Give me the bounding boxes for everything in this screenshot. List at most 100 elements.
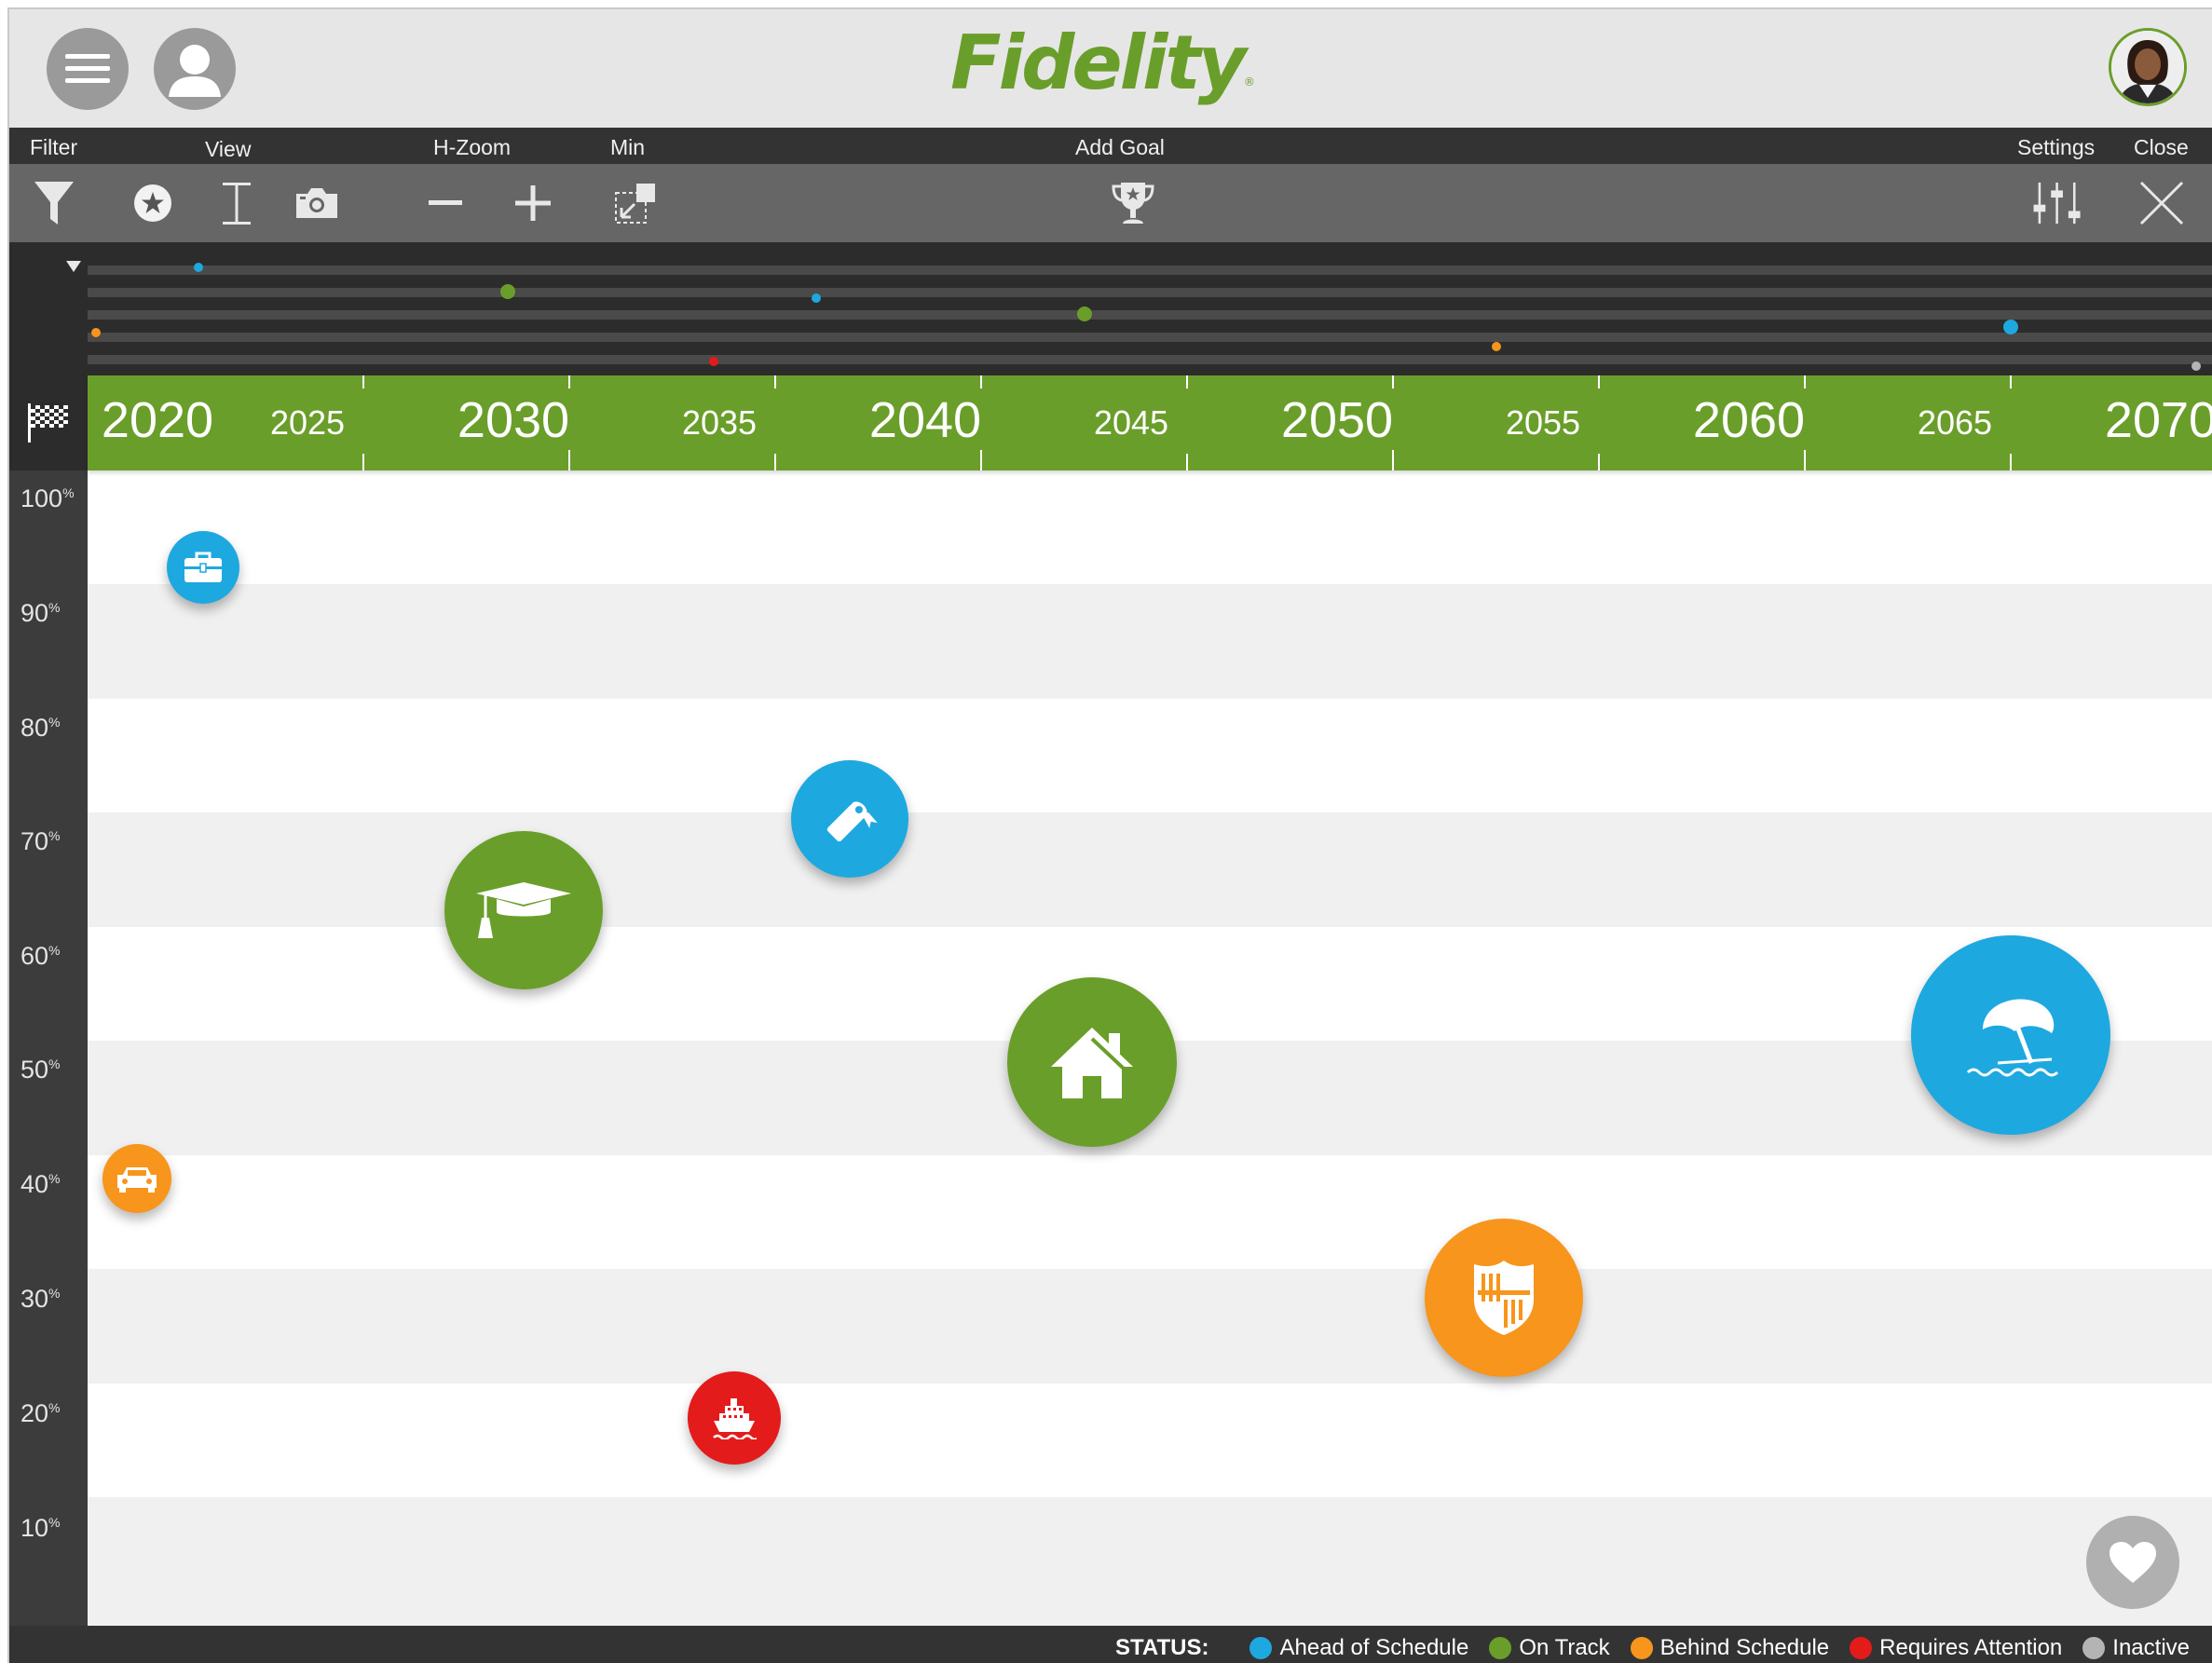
goal-education[interactable] [444, 830, 604, 989]
year-tick [2010, 454, 2012, 470]
status-legend: STATUS: Ahead of Schedule On Track Behin… [1115, 1635, 2190, 1661]
y-label: 40% [20, 1170, 61, 1198]
app-window: Fidelity® Filter View H-Zoom Min Add Goa… [7, 7, 2212, 1663]
legend-label: Inactive [2112, 1635, 2190, 1660]
goal-vacation-cruise[interactable] [687, 1370, 781, 1465]
hzoom-label: H-Zoom [433, 135, 512, 159]
year-label: 2055 [1505, 403, 1581, 442]
y-label: 20% [20, 1399, 61, 1427]
overview-track [88, 288, 2212, 297]
favorite-button[interactable] [2086, 1516, 2179, 1609]
user-avatar[interactable] [2109, 28, 2187, 106]
year-tick [980, 450, 982, 470]
goal-insurance[interactable] [1425, 1219, 1584, 1378]
legend-swatch [2082, 1637, 2106, 1659]
y-label: 70% [20, 827, 61, 855]
profile-button[interactable] [154, 28, 236, 110]
view-starred-button[interactable] [127, 177, 179, 229]
year-label: 2065 [1917, 403, 1993, 442]
year-tick [568, 450, 570, 470]
umbrella-beach-icon [1966, 999, 2059, 1077]
minimize-button[interactable] [609, 177, 662, 229]
year-label: 2020 [101, 392, 214, 448]
overview-marker[interactable] [812, 293, 822, 303]
overview-marker[interactable] [1491, 342, 1501, 351]
legend-swatch [1850, 1637, 1873, 1659]
settings-button[interactable] [2031, 177, 2083, 229]
house-icon [1051, 1027, 1134, 1098]
trophy-icon [1112, 183, 1154, 224]
brand-name: Fidelity [950, 20, 1247, 106]
minimize-icon [615, 184, 655, 224]
year-label: 2060 [1692, 392, 1806, 448]
overview-track [88, 310, 2212, 320]
legend-label: Ahead of Schedule [1279, 1635, 1469, 1660]
legend-item-ahead: Ahead of Schedule [1249, 1635, 1468, 1661]
heart-icon [2110, 1542, 2156, 1583]
year-tick [774, 375, 776, 388]
goal-home[interactable] [1007, 976, 1178, 1147]
year-label: 2050 [1280, 392, 1394, 448]
view-photo-button[interactable] [291, 177, 343, 229]
year-tick [362, 454, 364, 470]
y-label: 100% [20, 484, 75, 512]
goal-retirement[interactable] [1911, 935, 2110, 1136]
toolbar-labels: Filter View H-Zoom Min Add Goal Settings… [9, 128, 2212, 164]
toolbar [9, 164, 2212, 242]
legend-item-attention: Requires Attention [1850, 1635, 2062, 1661]
graduation-cap-icon [476, 881, 572, 938]
goal-briefcase[interactable] [166, 531, 239, 605]
y-label: 10% [20, 1514, 61, 1542]
y-label: 30% [20, 1285, 61, 1313]
fidelity-logo: Fidelity® [950, 26, 1255, 101]
overview-track [88, 333, 2212, 342]
zoom-in-button[interactable] [507, 177, 559, 229]
overview-marker[interactable] [90, 328, 101, 337]
overview-marker[interactable] [499, 284, 515, 299]
goal-car[interactable] [102, 1143, 171, 1213]
settings-label: Settings [2017, 135, 2096, 159]
year-tick [362, 375, 364, 388]
legend-item-inactive: Inactive [2082, 1635, 2190, 1661]
overview-marker[interactable] [708, 357, 718, 366]
year-timeline[interactable]: 2020 2025 2030 2035 2040 2045 2050 2055 … [88, 375, 2212, 470]
legend-item-on-track: On Track [1489, 1635, 1610, 1661]
menu-button[interactable] [47, 28, 129, 110]
grid-band [88, 812, 2212, 927]
year-tick [1804, 375, 1806, 388]
close-button[interactable] [2136, 177, 2188, 229]
grid-band [88, 1384, 2212, 1497]
checkered-flag-icon[interactable] [26, 402, 71, 444]
legend-label: On Track [1519, 1635, 1610, 1660]
user-profile-icon [169, 45, 221, 97]
status-legend-bar: STATUS: Ahead of Schedule On Track Behin… [9, 1626, 2212, 1663]
filter-button[interactable] [28, 177, 80, 229]
zoom-out-button[interactable] [419, 177, 471, 229]
overview-marker[interactable] [2191, 361, 2201, 371]
goal-diploma[interactable] [790, 759, 908, 878]
min-label: Min [610, 135, 646, 159]
y-label: 60% [20, 942, 61, 970]
filter-icon [34, 182, 74, 225]
collapse-triangle-icon[interactable] [66, 261, 81, 272]
minus-icon [429, 200, 462, 205]
year-tick [1186, 454, 1188, 470]
overview-marker[interactable] [1076, 307, 1092, 321]
goal-plot-area[interactable] [88, 470, 2212, 1626]
grid-band [88, 584, 2212, 699]
year-tick [2010, 375, 2012, 388]
view-text-button[interactable] [211, 177, 263, 229]
add-goal-button[interactable] [1107, 177, 1159, 229]
year-label: 2035 [681, 403, 758, 442]
legend-swatch [1249, 1637, 1273, 1659]
timeline-overview[interactable] [9, 242, 2212, 375]
cruise-ship-icon [712, 1397, 757, 1439]
year-label: 2070 [2104, 392, 2212, 448]
plus-icon [515, 185, 551, 221]
trademark-symbol: ® [1243, 75, 1255, 89]
timeline-start-cell [9, 375, 88, 470]
overview-marker[interactable] [2003, 320, 2018, 334]
y-label: 50% [20, 1056, 61, 1084]
grid-band [88, 470, 2212, 584]
year-tick [1804, 450, 1806, 470]
